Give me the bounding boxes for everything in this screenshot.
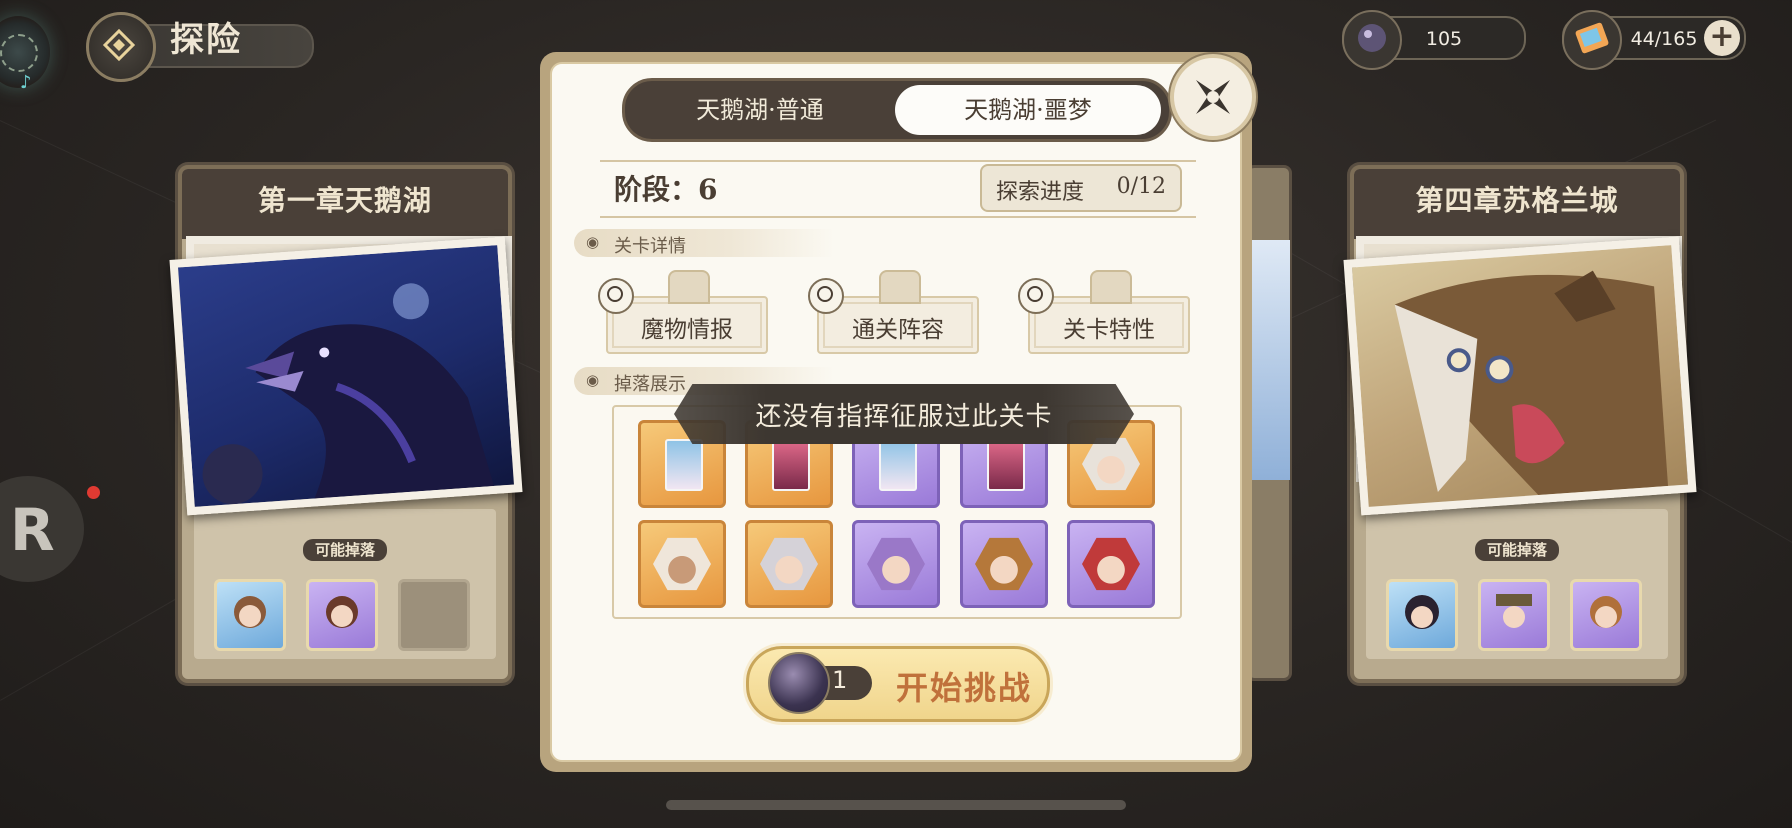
drop-slot[interactable] <box>1386 579 1458 651</box>
drop-slot[interactable] <box>306 579 378 651</box>
close-button[interactable] <box>1170 54 1256 140</box>
magnifier-icon <box>1018 278 1054 314</box>
clipboard-clip <box>668 270 710 304</box>
explore-progress: 探索进度 0/12 <box>980 164 1182 212</box>
tab-normal[interactable]: 天鹅湖·普通 <box>629 85 891 135</box>
chapter-photo-snow <box>1250 240 1290 480</box>
chapter-title: 第一章天鹅湖 <box>257 184 432 217</box>
eye-icon: ◉ <box>586 233 600 251</box>
progress-label: 探索进度 <box>996 180 1085 205</box>
section-title: 关卡详情 <box>614 236 686 257</box>
close-icon <box>1196 80 1230 114</box>
drop-slot[interactable] <box>1570 579 1642 651</box>
drop-item-portrait[interactable] <box>852 520 940 608</box>
page-title: 探险 <box>170 20 242 60</box>
possible-drops-label: 可能掉落 <box>1354 539 1680 561</box>
possible-drops-label: 可能掉落 <box>182 539 508 561</box>
clipboard-clip <box>1090 270 1132 304</box>
chapter-photo-beast <box>1343 236 1697 516</box>
toast-message: 还没有指挥征服过此关卡 <box>755 402 1053 432</box>
notification-dot <box>87 486 100 499</box>
magnifier-icon <box>808 278 844 314</box>
section-title: 掉落展示 <box>614 374 686 395</box>
chapter-photo-raven <box>169 236 523 516</box>
mode-tabs: 天鹅湖·普通 天鹅湖·噩梦 <box>622 78 1172 142</box>
drop-item-portrait[interactable] <box>1067 520 1155 608</box>
home-indicator[interactable] <box>666 800 1126 810</box>
drop-item-portrait[interactable] <box>960 520 1048 608</box>
diamond-emblem-icon[interactable] <box>86 12 156 82</box>
drop-slot[interactable] <box>1478 579 1550 651</box>
stage-label: 阶段：6 <box>614 173 718 206</box>
drop-slot[interactable] <box>214 579 286 651</box>
music-note-icon: ♪ <box>20 72 32 93</box>
start-challenge-label: 开始挑战 <box>896 669 1033 707</box>
drop-item-portrait[interactable] <box>638 520 726 608</box>
stamina-orb-icon <box>768 652 830 714</box>
eye-icon: ◉ <box>586 371 600 389</box>
drop-slot-empty <box>398 579 470 651</box>
cost-value: 1 <box>832 666 848 694</box>
add-ticket-button[interactable]: + <box>1704 20 1740 56</box>
stamina-value: 105 <box>1425 28 1463 50</box>
chapter-title: 第四章苏格兰城 <box>1415 184 1619 217</box>
progress-value: 0/12 <box>1116 174 1166 199</box>
r-assistant-button[interactable]: R <box>0 476 84 582</box>
section-stage-details: ◉ 关卡详情 <box>574 229 834 257</box>
magnifier-icon <box>598 278 634 314</box>
tab-nightmare[interactable]: 天鹅湖·噩梦 <box>895 85 1161 135</box>
clipboard-clip <box>879 270 921 304</box>
drop-item-portrait[interactable] <box>745 520 833 608</box>
stage-traits-button[interactable]: 关卡特性 <box>1028 270 1190 354</box>
